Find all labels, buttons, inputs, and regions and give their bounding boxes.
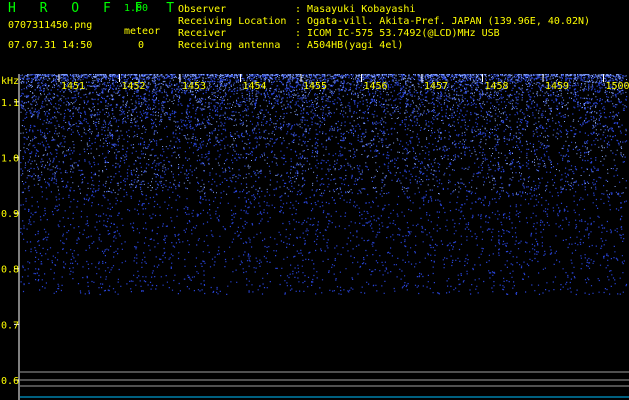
- image-filename: 0707311450.png: [8, 20, 93, 31]
- antenna-label: Receiving antenna: [178, 40, 281, 51]
- y-tick-label-0.7: 0.7: [1, 320, 19, 331]
- x-tick-label-1500: 1500: [606, 81, 629, 92]
- app-version: 1.00: [124, 3, 149, 14]
- app-title: H R O F F T: [8, 1, 183, 16]
- x-tick-label-1452: 1452: [122, 81, 146, 92]
- y-tick-label-1.1: 1.1: [1, 98, 19, 109]
- spectrogram-background: [0, 74, 629, 400]
- x-tick-label-1451: 1451: [61, 81, 85, 92]
- x-tick-label-1457: 1457: [424, 81, 448, 92]
- x-tick-label-1458: 1458: [485, 81, 509, 92]
- y-unit-label: kHz: [1, 76, 19, 87]
- location-label: Receiving Location: [178, 16, 287, 27]
- meteor-count: 0: [138, 40, 145, 51]
- meteor-label: meteor: [124, 26, 161, 37]
- x-tick-label-1459: 1459: [545, 81, 569, 92]
- observer-label: Observer: [178, 4, 227, 15]
- y-tick-label-0.8: 0.8: [1, 265, 19, 276]
- x-tick-label-1454: 1454: [243, 81, 267, 92]
- x-tick-label-1453: 1453: [182, 81, 206, 92]
- receiver-label: Receiver: [178, 28, 227, 39]
- y-tick-label-0.6: 0.6: [1, 376, 19, 387]
- x-tick-label-1456: 1456: [364, 81, 388, 92]
- y-tick-label-0.9: 0.9: [1, 209, 19, 220]
- x-tick-label-1455: 1455: [303, 81, 327, 92]
- observer-value: Masayuki Kobayashi: [307, 4, 416, 15]
- location-row: Receiving Location: Ogata-vill. Akita-Pr…: [178, 16, 591, 27]
- y-tick-label-1.0: 1.0: [1, 153, 19, 164]
- antenna-value: A504HB(yagi 4el): [307, 40, 404, 51]
- location-value: Ogata-vill. Akita-Pref. JAPAN (139.96E, …: [307, 16, 591, 27]
- observer-row: Observer: Masayuki Kobayashi: [178, 4, 416, 15]
- receiver-value: ICOM IC-575 53.7492(@LCD)MHz USB: [307, 28, 500, 39]
- receiver-row: Receiver: ICOM IC-575 53.7492(@LCD)MHz U…: [178, 28, 500, 39]
- antenna-row: Receiving antenna: A504HB(yagi 4el): [178, 40, 404, 51]
- observation-datetime: 07.07.31 14:50: [8, 40, 93, 51]
- spectrogram: kHz 1451 1452 1453 1454 1455 1456 1457 1458 1459 1…: [0, 74, 629, 400]
